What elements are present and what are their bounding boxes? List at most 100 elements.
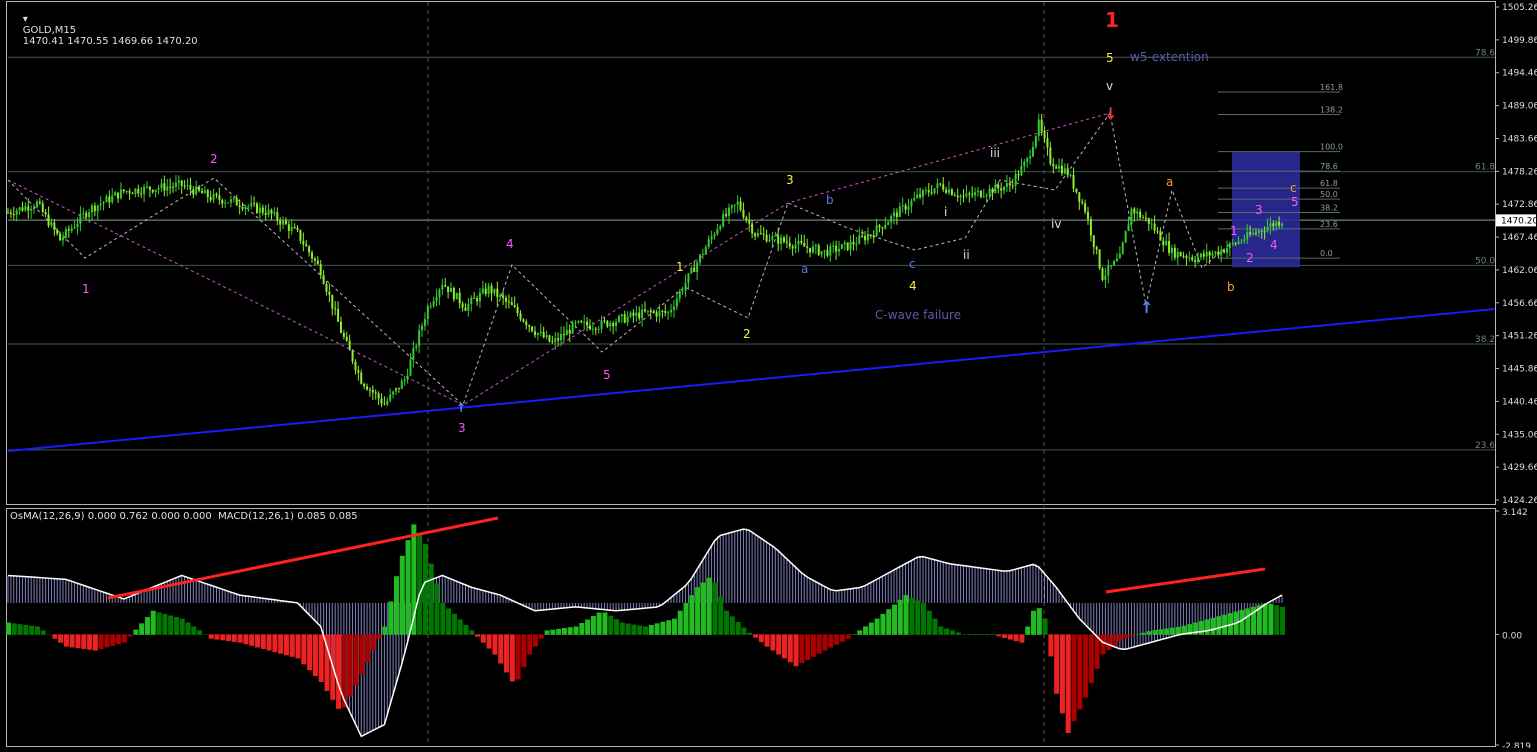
candle-body bbox=[209, 197, 212, 200]
candle-body bbox=[432, 301, 435, 306]
candle-body bbox=[348, 340, 351, 351]
candle-body bbox=[18, 207, 21, 211]
candle-body bbox=[846, 242, 849, 250]
candle-body bbox=[1182, 256, 1185, 258]
macd-bar bbox=[1169, 627, 1175, 635]
macd-bar bbox=[87, 634, 93, 650]
candle-body bbox=[154, 189, 157, 193]
candle-body bbox=[910, 200, 913, 207]
macd-bar bbox=[63, 634, 69, 647]
candle-body bbox=[264, 212, 267, 215]
candle-body bbox=[687, 273, 690, 283]
candle-body bbox=[1263, 231, 1266, 233]
macd-bar bbox=[504, 634, 510, 673]
candle-body bbox=[157, 188, 160, 190]
candle-body bbox=[730, 205, 733, 208]
macd-bar bbox=[868, 622, 874, 635]
chart-canvas[interactable]: 78.661.850.038.223.6161.8138.2100.078.66… bbox=[0, 0, 1537, 752]
macd-bar bbox=[961, 634, 967, 635]
wave-label: 4 bbox=[1270, 238, 1278, 252]
macd-bar bbox=[197, 630, 203, 635]
wave-label: 1 bbox=[82, 282, 90, 296]
candle-body bbox=[392, 391, 395, 395]
macd-bar bbox=[255, 634, 261, 648]
wave-label: ii bbox=[963, 248, 970, 262]
osma-tick-label: 0.00 bbox=[1502, 631, 1522, 641]
candle-body bbox=[1026, 158, 1029, 162]
macd-bar bbox=[926, 610, 932, 635]
candle-body bbox=[1104, 275, 1107, 280]
candle-body bbox=[331, 294, 334, 309]
candle-body bbox=[1156, 230, 1159, 232]
candle-body bbox=[1188, 257, 1191, 259]
candle-body bbox=[119, 189, 122, 199]
candle-body bbox=[354, 361, 357, 371]
macd-bar bbox=[1280, 606, 1285, 635]
macd-bar bbox=[139, 623, 145, 635]
macd-bar bbox=[1141, 632, 1147, 635]
candle-body bbox=[198, 186, 201, 191]
candle-body bbox=[1043, 130, 1046, 139]
chart-window[interactable]: 78.6 61.8 50.0 38.2 23.6 161.8 138.2 100.0 78.6 6… bbox=[0, 0, 1537, 752]
candle-body bbox=[820, 251, 823, 255]
macd-bar bbox=[654, 623, 660, 635]
candle-body bbox=[1133, 208, 1136, 214]
candle-body bbox=[253, 203, 256, 205]
candle-body bbox=[177, 180, 180, 183]
dropdown-arrow-icon[interactable]: ▾ bbox=[23, 14, 28, 25]
candle-body bbox=[270, 209, 273, 214]
candle-body bbox=[649, 310, 652, 313]
candle-body bbox=[597, 328, 600, 330]
candle-body bbox=[652, 312, 655, 314]
macd-bar bbox=[915, 600, 921, 635]
candle-body bbox=[70, 228, 73, 231]
macd-bar bbox=[231, 634, 237, 642]
candle-body bbox=[774, 235, 777, 237]
candle-body bbox=[950, 189, 953, 195]
candle-body bbox=[840, 244, 843, 249]
macd-bar bbox=[237, 634, 243, 643]
candle-body bbox=[797, 240, 800, 245]
fib-box-level-label: 161.8 bbox=[1320, 83, 1343, 92]
wave-label: 2 bbox=[210, 152, 218, 166]
macd-bar bbox=[202, 634, 208, 635]
macd-bar bbox=[179, 618, 185, 635]
macd-bar bbox=[168, 615, 174, 635]
macd-bar bbox=[1239, 610, 1245, 635]
macd-bar bbox=[283, 634, 289, 656]
macd-bar bbox=[724, 610, 730, 635]
candle-body bbox=[1000, 188, 1003, 191]
candle-body bbox=[670, 309, 673, 313]
candle-body bbox=[768, 239, 771, 242]
macd-bar bbox=[689, 595, 695, 635]
candle-body bbox=[27, 206, 30, 211]
candle-body bbox=[513, 304, 516, 308]
candle-body bbox=[823, 250, 826, 252]
macd-bar bbox=[712, 582, 718, 635]
candle-body bbox=[308, 246, 311, 253]
macd-bar bbox=[671, 618, 677, 635]
macd-bar bbox=[388, 601, 394, 635]
candle-body bbox=[1194, 260, 1197, 262]
candle-body bbox=[212, 193, 215, 200]
macd-bar bbox=[69, 634, 75, 648]
candle-body bbox=[1101, 268, 1104, 280]
candle-body bbox=[1034, 136, 1037, 148]
candle-body bbox=[67, 229, 70, 231]
macd-bar bbox=[405, 540, 411, 635]
divergence-line bbox=[1105, 567, 1266, 594]
macd-bar bbox=[116, 634, 122, 645]
candle-body bbox=[464, 307, 467, 311]
candle-body bbox=[478, 292, 481, 302]
candle-body bbox=[913, 197, 916, 201]
candle-body bbox=[580, 320, 583, 323]
macd-bar bbox=[457, 619, 463, 635]
macd-bar bbox=[677, 610, 683, 635]
candle-body bbox=[276, 212, 279, 221]
candle-body bbox=[919, 194, 922, 197]
candle-body bbox=[678, 291, 681, 299]
candle-body bbox=[609, 323, 612, 327]
candle-body bbox=[704, 247, 707, 255]
candle-body bbox=[73, 227, 76, 229]
candle-body bbox=[629, 312, 632, 317]
